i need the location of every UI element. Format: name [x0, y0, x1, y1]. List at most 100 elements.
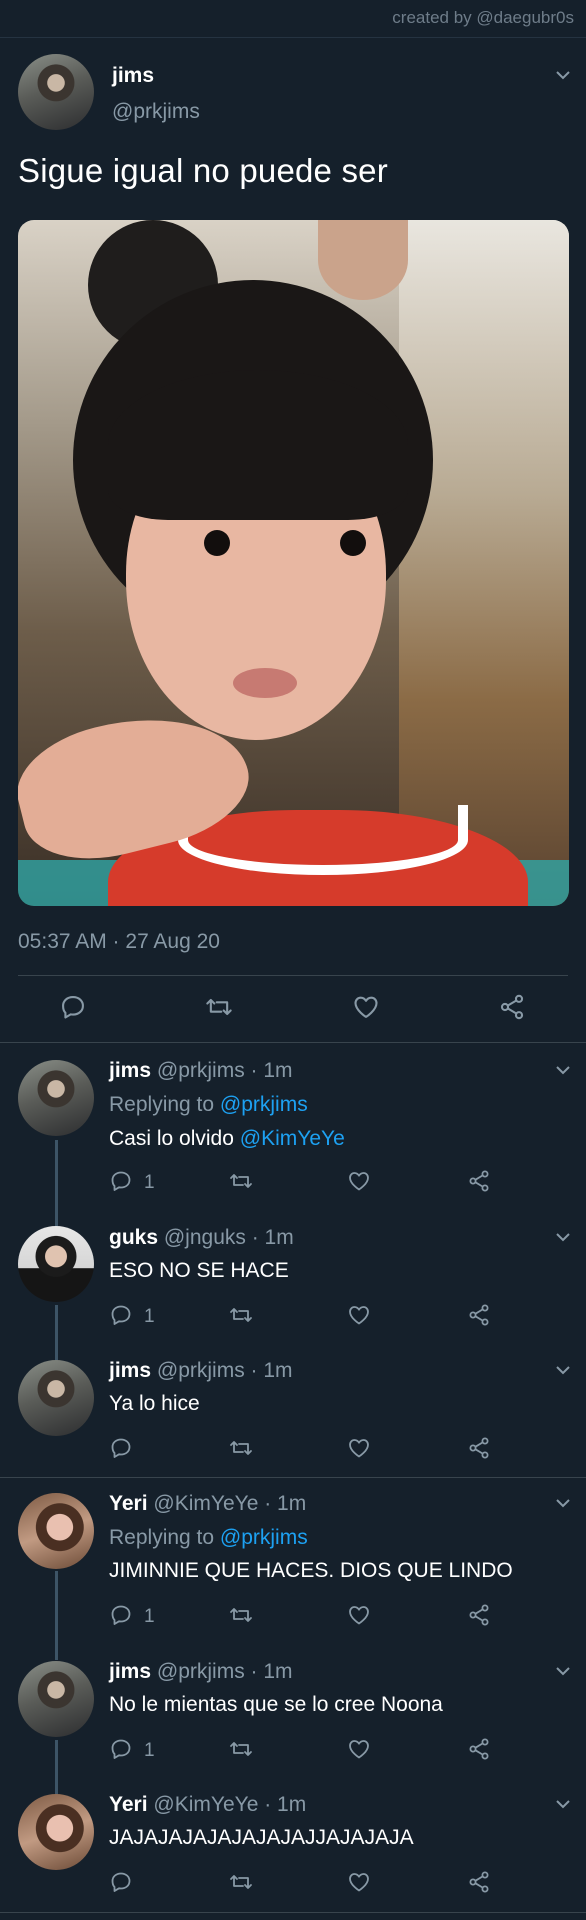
share-icon[interactable]: [467, 1737, 491, 1761]
reply-text: ESO NO SE HACE: [109, 1259, 289, 1282]
like-icon[interactable]: [352, 993, 380, 1021]
author-name[interactable]: jims: [109, 1660, 151, 1683]
top-divider: [0, 37, 586, 38]
divider: [0, 1477, 586, 1478]
chevron-down-icon[interactable]: [556, 1066, 570, 1075]
share-icon[interactable]: [467, 1870, 491, 1894]
author-meta: @KimYeYe · 1m: [153, 1492, 307, 1515]
divider: [18, 975, 568, 976]
reply-count: 1: [144, 1172, 155, 1193]
tweet-text: Sigue igual no puede ser: [18, 152, 388, 189]
reply-header: Yeri @KimYeYe · 1m: [109, 1492, 306, 1516]
reply-text: Casi lo olvido: [109, 1127, 234, 1150]
photo-fringe: [108, 370, 408, 520]
avatar[interactable]: [18, 1493, 94, 1569]
retweet-icon[interactable]: [229, 1870, 253, 1894]
thread-line: [55, 1305, 58, 1367]
mention-link[interactable]: @KimYeYe: [240, 1127, 345, 1150]
tweet-timestamp: 05:37 AM · 27 Aug 20: [18, 930, 220, 953]
reply-icon[interactable]: [109, 1737, 133, 1761]
chevron-down-icon[interactable]: [556, 1499, 570, 1508]
reply-header: guks @jnguks · 1m: [109, 1226, 294, 1250]
author-meta: @prkjims · 1m: [156, 1059, 293, 1082]
author-name[interactable]: Yeri: [109, 1793, 148, 1816]
retweet-icon[interactable]: [229, 1436, 253, 1460]
reply-text: JIMINNIE QUE HACES. DIOS QUE LINDO: [109, 1559, 513, 1582]
reply-icon[interactable]: [109, 1870, 133, 1894]
retweet-icon[interactable]: [229, 1303, 253, 1327]
author-meta: @jnguks · 1m: [163, 1226, 294, 1249]
reply-header: Yeri @KimYeYe · 1m: [109, 1793, 306, 1817]
share-icon[interactable]: [498, 993, 526, 1021]
reply-count: 1: [144, 1740, 155, 1761]
avatar[interactable]: [18, 1360, 94, 1436]
thread-line: [55, 1571, 58, 1660]
like-icon[interactable]: [347, 1737, 371, 1761]
replying-to: Replying to @prkjims: [109, 1526, 308, 1550]
photo-right-eye: [340, 530, 366, 556]
like-icon[interactable]: [347, 1870, 371, 1894]
avatar[interactable]: [18, 1661, 94, 1737]
reply-icon[interactable]: [109, 1169, 133, 1193]
photo-lips: [233, 668, 297, 698]
retweet-icon[interactable]: [229, 1737, 253, 1761]
author-meta: @prkjims · 1m: [156, 1660, 293, 1683]
chevron-down-icon[interactable]: [556, 1233, 570, 1242]
author-name[interactable]: guks: [109, 1226, 158, 1249]
mention-link[interactable]: @prkjims: [220, 1093, 308, 1116]
avatar[interactable]: [18, 1060, 94, 1136]
avatar[interactable]: [18, 54, 94, 130]
thread-line: [55, 1140, 58, 1234]
chevron-down-icon[interactable]: [556, 71, 570, 80]
divider: [0, 1912, 586, 1913]
like-icon[interactable]: [347, 1436, 371, 1460]
replying-to: Replying to @prkjims: [109, 1093, 308, 1117]
retweet-icon[interactable]: [229, 1169, 253, 1193]
reply-header: jims @prkjims · 1m: [109, 1660, 293, 1684]
share-icon[interactable]: [467, 1303, 491, 1327]
share-icon[interactable]: [467, 1603, 491, 1627]
chevron-down-icon[interactable]: [556, 1667, 570, 1676]
author-meta: @KimYeYe · 1m: [153, 1793, 307, 1816]
reply-count: 1: [144, 1306, 155, 1327]
chevron-down-icon[interactable]: [556, 1800, 570, 1809]
reply-icon[interactable]: [109, 1303, 133, 1327]
reply-header: jims @prkjims · 1m: [109, 1059, 293, 1083]
chevron-down-icon[interactable]: [556, 1366, 570, 1375]
replying-label: Replying to: [109, 1526, 215, 1549]
author-name[interactable]: jims: [112, 64, 154, 88]
avatar[interactable]: [18, 1226, 94, 1302]
reply-text: No le mientas que se lo cree Noona: [109, 1693, 443, 1716]
divider: [0, 1042, 586, 1043]
author-name[interactable]: jims: [109, 1359, 151, 1382]
author-name[interactable]: jims: [109, 1059, 151, 1082]
photo-background-man: [318, 220, 408, 300]
reply-count: 1: [144, 1606, 155, 1627]
author-name[interactable]: Yeri: [109, 1492, 148, 1515]
tweet-photo[interactable]: [18, 220, 569, 906]
photo-background: [399, 220, 569, 906]
share-icon[interactable]: [467, 1436, 491, 1460]
like-icon[interactable]: [347, 1169, 371, 1193]
reply-icon[interactable]: [59, 993, 87, 1021]
reply-icon[interactable]: [109, 1436, 133, 1460]
credit-text: created by @daegubr0s: [392, 8, 574, 27]
share-icon[interactable]: [467, 1169, 491, 1193]
avatar[interactable]: [18, 1794, 94, 1870]
replying-label: Replying to: [109, 1093, 215, 1116]
mention-link[interactable]: @prkjims: [220, 1526, 308, 1549]
retweet-icon[interactable]: [205, 993, 233, 1021]
author-handle[interactable]: @prkjims: [112, 100, 200, 124]
like-icon[interactable]: [347, 1603, 371, 1627]
thread-line: [55, 1740, 58, 1796]
reply-header: jims @prkjims · 1m: [109, 1359, 293, 1383]
photo-left-eye: [204, 530, 230, 556]
retweet-icon[interactable]: [229, 1603, 253, 1627]
reply-text-line: Casi lo olvido @KimYeYe: [109, 1127, 345, 1151]
tweet-actions: [0, 993, 586, 1025]
reply-icon[interactable]: [109, 1603, 133, 1627]
like-icon[interactable]: [347, 1303, 371, 1327]
reply-text: Ya lo hice: [109, 1392, 200, 1415]
reply-text: JAJAJAJAJAJAJAJAJJAJAJAJA: [109, 1826, 414, 1849]
author-meta: @prkjims · 1m: [156, 1359, 293, 1382]
